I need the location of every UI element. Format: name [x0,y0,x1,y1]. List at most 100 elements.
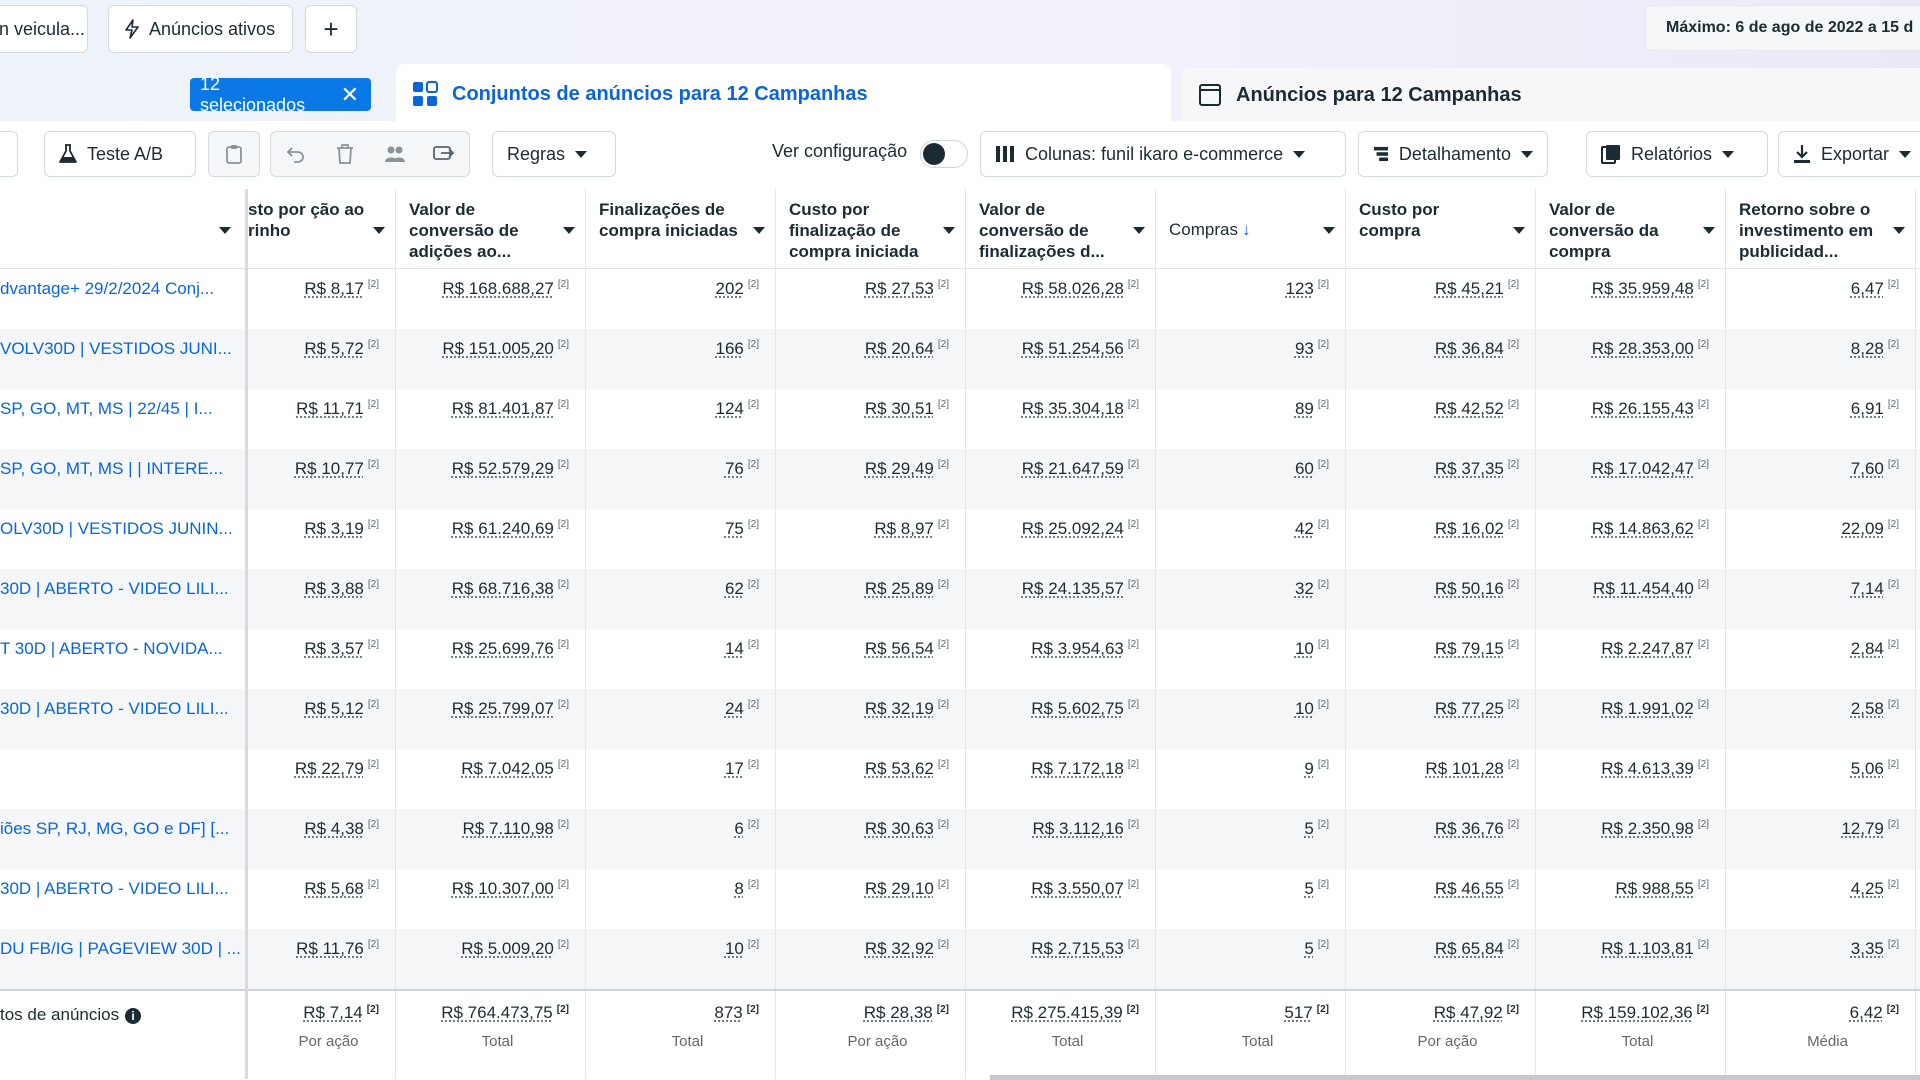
cell-value[interactable]: 8,28 [1851,339,1884,358]
column-header[interactable]: Finalizações de compra iniciadas [586,189,776,269]
cell-value[interactable]: 12,79 [1841,819,1884,838]
active-ads-chip[interactable]: Anúncios ativos [108,5,293,53]
table-row[interactable]: T 30D | ABERTO - NOVIDA... R$ 3,57 [2] R$ 2… [0,629,1920,689]
cell-value[interactable]: R$ 11,76 [296,939,364,958]
cell-value[interactable]: R$ 22,79 [295,759,364,778]
adset-name-link[interactable]: 30D | ABERTO - VIDEO LILI... [0,689,245,749]
chevron-down-icon[interactable] [753,227,765,234]
column-header[interactable]: Retorno sobre o investimento em publicid… [1726,189,1916,269]
cell-value[interactable]: R$ 1.103,81 [1601,939,1694,958]
cell-value[interactable]: R$ 3.550,07 [1031,879,1124,898]
breakdown-dropdown[interactable]: Detalhamento [1358,131,1548,177]
column-header[interactable]: sto por ção ao rinho [248,189,396,269]
cell-value[interactable]: R$ 53,62 [865,759,934,778]
cell-value[interactable]: R$ 5.602,75 [1031,699,1124,718]
cell-value[interactable]: R$ 28.353,00 [1592,339,1694,358]
date-range-picker[interactable]: Máximo: 6 de ago de 2022 a 15 d [1645,5,1920,51]
chevron-down-icon[interactable] [1703,227,1715,234]
cell-value[interactable]: 24 [725,699,744,718]
adset-name-link[interactable] [0,749,245,809]
cell-value[interactable]: 10 [725,939,744,958]
cell-value[interactable]: 124 [716,399,744,418]
cell-value[interactable]: R$ 7.042,05 [461,759,554,778]
cell-value[interactable]: R$ 5,72 [304,339,364,358]
cell-value[interactable]: R$ 79,15 [1435,639,1504,658]
delete-button[interactable] [321,144,371,164]
cell-value[interactable]: R$ 37,35 [1435,459,1504,478]
totals-value[interactable]: R$ 47,92 [1434,1003,1503,1022]
cell-value[interactable]: R$ 2.350,98 [1601,819,1694,838]
cell-value[interactable]: 7,14 [1851,579,1884,598]
table-row[interactable]: SP, GO, MT, MS | 22/45 | I... R$ 11,71 [2]… [0,389,1920,449]
cell-value[interactable]: R$ 29,49 [865,459,934,478]
cell-value[interactable]: R$ 50,16 [1435,579,1504,598]
cell-value[interactable]: R$ 17.042,47 [1592,459,1694,478]
adset-name-link[interactable]: dvantage+ 29/2/2024 Conj... [0,269,245,329]
cell-value[interactable]: R$ 25.799,07 [452,699,554,718]
cell-value[interactable]: R$ 101,28 [1425,759,1503,778]
cell-value[interactable]: R$ 7.110,98 [463,819,554,838]
adset-name-link[interactable]: OLV30D | VESTIDOS JUNIN... [0,509,245,569]
cell-value[interactable]: R$ 27,53 [865,279,934,298]
cell-value[interactable]: R$ 32,19 [865,699,934,718]
column-header[interactable]: Valor de conversão de finalizações d... [966,189,1156,269]
cell-value[interactable]: R$ 51.254,56 [1022,339,1124,358]
cell-value[interactable]: R$ 8,97 [874,519,934,538]
cell-value[interactable]: R$ 3,88 [304,579,364,598]
cell-value[interactable]: R$ 35.959,48 [1592,279,1694,298]
cell-value[interactable]: 3,35 [1851,939,1884,958]
cell-value[interactable]: R$ 36,84 [1435,339,1504,358]
chevron-down-icon[interactable] [373,227,385,234]
cell-value[interactable]: R$ 4.613,39 [1601,759,1694,778]
filter-chip-partial[interactable]: n veicula... [0,5,88,53]
cell-value[interactable]: 6 [734,819,743,838]
info-icon[interactable]: i [125,1008,142,1024]
cell-value[interactable]: R$ 988,55 [1615,879,1693,898]
cell-value[interactable]: R$ 56,54 [865,639,934,658]
cell-value[interactable]: 10 [1295,699,1314,718]
adset-name-link[interactable]: 30D | ABERTO - VIDEO LILI... [0,869,245,929]
horizontal-scrollbar[interactable] [990,1075,1920,1080]
cell-value[interactable]: 202 [716,279,744,298]
cell-value[interactable]: R$ 11,71 [296,399,364,418]
cell-value[interactable]: R$ 3,19 [304,519,364,538]
cell-value[interactable]: R$ 61.240,69 [452,519,554,538]
audience-button[interactable] [370,144,420,164]
chevron-down-icon[interactable] [563,227,575,234]
cell-value[interactable]: 123 [1286,279,1314,298]
tab-adsets[interactable]: Conjuntos de anúncios para 12 Campanhas [396,64,1171,124]
table-row[interactable]: 30D | ABERTO - VIDEO LILI... R$ 3,88 [2] R$… [0,569,1920,629]
cell-value[interactable]: 6,47 [1851,279,1884,298]
cell-value[interactable]: 7,60 [1851,459,1884,478]
chevron-down-icon[interactable] [1323,227,1335,234]
cell-value[interactable]: 17 [725,759,744,778]
cell-value[interactable]: R$ 1.991,02 [1601,699,1694,718]
totals-value[interactable]: R$ 159.102,36 [1581,1003,1693,1022]
cell-value[interactable]: R$ 25,89 [865,579,934,598]
cell-value[interactable]: 6,91 [1851,399,1884,418]
cell-value[interactable]: R$ 77,25 [1435,699,1504,718]
cell-value[interactable]: 166 [716,339,744,358]
cell-value[interactable]: 5,06 [1851,759,1884,778]
cell-value[interactable]: R$ 5.009,20 [461,939,554,958]
cell-value[interactable]: 76 [725,459,744,478]
totals-value[interactable]: R$ 7,14 [303,1003,363,1022]
cell-value[interactable]: R$ 42,52 [1435,399,1504,418]
cell-value[interactable]: R$ 4,38 [304,819,364,838]
clipboard-button[interactable] [208,131,260,177]
columns-dropdown[interactable]: Colunas: funil ikaro e-commerce [980,131,1346,177]
cell-value[interactable]: R$ 36,76 [1435,819,1504,838]
table-row[interactable]: 30D | ABERTO - VIDEO LILI... R$ 5,68 [2] R$… [0,869,1920,929]
cell-value[interactable]: R$ 11.454,40 [1593,579,1694,598]
undo-button[interactable] [271,144,321,164]
cell-value[interactable]: 2,58 [1851,699,1884,718]
tab-ads[interactable]: Anúncios para 12 Campanhas [1182,68,1920,122]
adset-name-link[interactable]: DU FB/IG | PAGEVIEW 30D | ... [0,929,245,989]
cell-value[interactable]: R$ 3,57 [304,639,364,658]
table-row[interactable]: iões SP, RJ, MG, GO e DF] [... R$ 4,38 [2]… [0,809,1920,869]
chevron-down-icon[interactable] [1893,227,1905,234]
cell-value[interactable]: R$ 81.401,87 [452,399,554,418]
totals-value[interactable]: R$ 275.415,39 [1011,1003,1123,1022]
totals-value[interactable]: R$ 764.473,75 [441,1003,553,1022]
adset-name-link[interactable]: SP, GO, MT, MS | 22/45 | I... [0,389,245,449]
